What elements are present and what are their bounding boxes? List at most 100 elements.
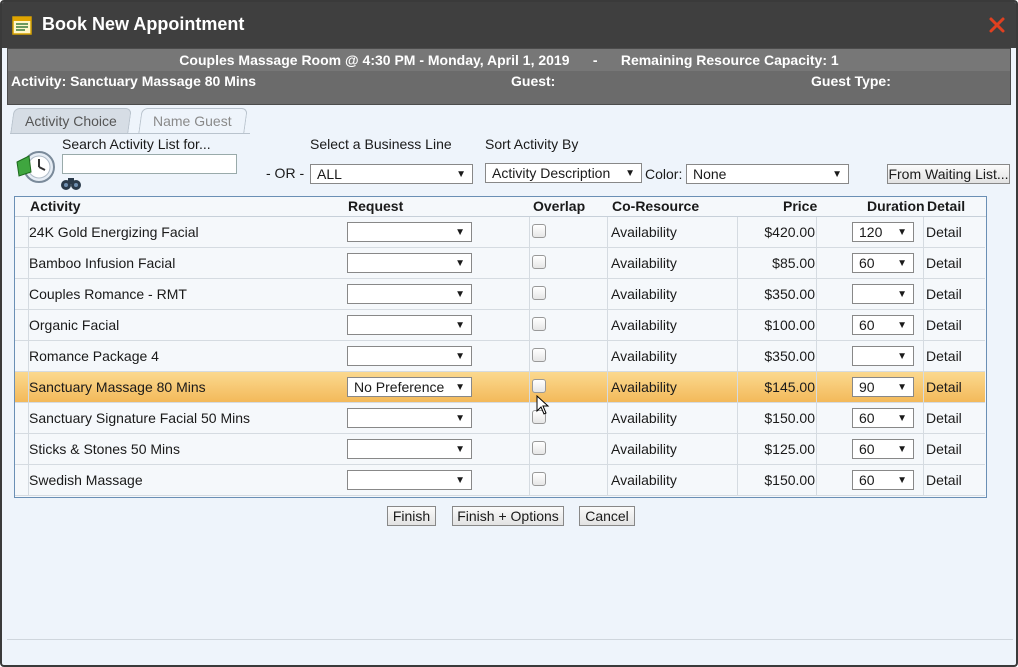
duration-select[interactable]: 60 ▼ bbox=[852, 315, 914, 335]
request-select[interactable]: ▼ bbox=[347, 346, 472, 366]
chevron-down-icon: ▼ bbox=[897, 413, 907, 424]
chevron-down-icon: ▼ bbox=[455, 258, 465, 269]
duration-select[interactable]: 90 ▼ bbox=[852, 377, 914, 397]
column-separator bbox=[607, 465, 608, 496]
detail-link[interactable]: Detail bbox=[926, 348, 962, 364]
request-select[interactable]: ▼ bbox=[347, 439, 472, 459]
request-select[interactable]: No Preference ▼ bbox=[347, 377, 472, 397]
tab-activity-choice-label: Activity Choice bbox=[25, 113, 117, 129]
column-separator bbox=[923, 217, 924, 248]
duration-select[interactable]: 120 ▼ bbox=[852, 222, 914, 242]
cell-co-resource[interactable]: Availability bbox=[611, 441, 677, 457]
overlap-checkbox[interactable] bbox=[532, 286, 546, 300]
duration-select[interactable]: ▼ bbox=[852, 284, 914, 304]
column-separator bbox=[923, 310, 924, 341]
column-separator bbox=[607, 403, 608, 434]
close-x-icon[interactable] bbox=[988, 16, 1006, 34]
column-separator bbox=[923, 341, 924, 372]
col-header-price[interactable]: Price bbox=[783, 198, 817, 214]
table-row[interactable]: Organic Facial ▼ Availability $100.00 60 ▼ Det… bbox=[15, 310, 985, 341]
table-row[interactable]: Bamboo Infusion Facial ▼ Availability $85.0… bbox=[15, 248, 985, 279]
table-row[interactable]: Couples Romance - RMT ▼ Availability $350.0… bbox=[15, 279, 985, 310]
tab-name-guest[interactable]: Name Guest bbox=[138, 108, 248, 134]
column-separator bbox=[816, 341, 817, 372]
detail-link[interactable]: Detail bbox=[926, 379, 962, 395]
request-select[interactable]: ▼ bbox=[347, 222, 472, 242]
request-select[interactable]: ▼ bbox=[347, 315, 472, 335]
activity-clock-icon bbox=[16, 151, 55, 183]
detail-link[interactable]: Detail bbox=[926, 410, 962, 426]
title-bar[interactable]: Book New Appointment bbox=[2, 2, 1016, 48]
cell-co-resource[interactable]: Availability bbox=[611, 348, 677, 364]
col-header-overlap[interactable]: Overlap bbox=[533, 198, 585, 214]
cell-co-resource[interactable]: Availability bbox=[611, 255, 677, 271]
col-header-request[interactable]: Request bbox=[348, 198, 403, 214]
overlap-checkbox[interactable] bbox=[532, 317, 546, 331]
chevron-down-icon: ▼ bbox=[455, 382, 465, 393]
business-line-label: Select a Business Line bbox=[310, 136, 452, 152]
col-header-duration[interactable]: Duration bbox=[867, 198, 925, 214]
request-select[interactable]: ▼ bbox=[347, 408, 472, 428]
cell-activity: Sanctuary Signature Facial 50 Mins bbox=[29, 410, 250, 426]
col-header-co-resource[interactable]: Co-Resource bbox=[612, 198, 699, 214]
chevron-down-icon: ▼ bbox=[455, 320, 465, 331]
search-activity-input[interactable] bbox=[62, 154, 237, 174]
binoculars-icon[interactable] bbox=[60, 175, 82, 191]
column-separator bbox=[816, 434, 817, 465]
table-row[interactable]: Sanctuary Signature Facial 50 Mins ▼ Avail… bbox=[15, 403, 985, 434]
table-row[interactable]: Romance Package 4 ▼ Availability $350.00 ▼ De… bbox=[15, 341, 985, 372]
business-line-select[interactable]: ALL ▼ bbox=[310, 164, 473, 184]
tab-activity-choice[interactable]: Activity Choice bbox=[10, 108, 132, 134]
table-row[interactable]: Sanctuary Massage 80 Mins No Preference ▼ A… bbox=[15, 372, 985, 403]
detail-link[interactable]: Detail bbox=[926, 224, 962, 240]
info-activity: Activity: Sanctuary Massage 80 Mins bbox=[11, 73, 257, 89]
chevron-down-icon: ▼ bbox=[455, 413, 465, 424]
duration-select[interactable]: ▼ bbox=[852, 346, 914, 366]
color-select[interactable]: None ▼ bbox=[686, 164, 849, 184]
detail-link[interactable]: Detail bbox=[926, 441, 962, 457]
cell-co-resource[interactable]: Availability bbox=[611, 317, 677, 333]
table-row[interactable]: Swedish Massage ▼ Availability $150.00 60 ▼ De… bbox=[15, 465, 985, 496]
detail-link[interactable]: Detail bbox=[926, 317, 962, 333]
cell-activity: Couples Romance - RMT bbox=[29, 286, 187, 302]
overlap-checkbox[interactable] bbox=[532, 255, 546, 269]
overlap-checkbox[interactable] bbox=[532, 224, 546, 238]
cell-activity: Organic Facial bbox=[29, 317, 120, 333]
table-row[interactable]: Sticks & Stones 50 Mins ▼ Availability $125… bbox=[15, 434, 985, 465]
sort-activity-select[interactable]: Activity Description ▼ bbox=[485, 163, 642, 183]
col-header-detail[interactable]: Detail bbox=[927, 198, 965, 214]
cell-co-resource[interactable]: Availability bbox=[611, 379, 677, 395]
cell-co-resource[interactable]: Availability bbox=[611, 472, 677, 488]
cell-co-resource[interactable]: Availability bbox=[611, 410, 677, 426]
column-separator bbox=[607, 434, 608, 465]
duration-select[interactable]: 60 ▼ bbox=[852, 253, 914, 273]
request-select[interactable]: ▼ bbox=[347, 470, 472, 490]
request-select[interactable]: ▼ bbox=[347, 253, 472, 273]
duration-select[interactable]: 60 ▼ bbox=[852, 439, 914, 459]
cell-activity: Romance Package 4 bbox=[29, 348, 159, 364]
table-row[interactable]: 24K Gold Energizing Facial ▼ Availability $… bbox=[15, 217, 985, 248]
column-separator bbox=[607, 341, 608, 372]
finish-options-button[interactable]: Finish + Options bbox=[452, 506, 564, 526]
chevron-down-icon: ▼ bbox=[897, 320, 907, 331]
overlap-checkbox[interactable] bbox=[532, 472, 546, 486]
chevron-down-icon: ▼ bbox=[455, 351, 465, 362]
overlap-checkbox[interactable] bbox=[532, 379, 546, 393]
duration-select[interactable]: 60 ▼ bbox=[852, 470, 914, 490]
cell-co-resource[interactable]: Availability bbox=[611, 224, 677, 240]
cancel-button[interactable]: Cancel bbox=[579, 506, 635, 526]
duration-select[interactable]: 60 ▼ bbox=[852, 408, 914, 428]
overlap-checkbox[interactable] bbox=[532, 348, 546, 362]
from-waiting-list-button[interactable]: From Waiting List... bbox=[887, 164, 1010, 184]
overlap-checkbox[interactable] bbox=[532, 441, 546, 455]
detail-link[interactable]: Detail bbox=[926, 255, 962, 271]
request-select[interactable]: ▼ bbox=[347, 284, 472, 304]
column-separator bbox=[529, 310, 530, 341]
finish-button[interactable]: Finish bbox=[387, 506, 436, 526]
column-separator bbox=[607, 279, 608, 310]
col-header-activity[interactable]: Activity bbox=[30, 198, 81, 214]
detail-link[interactable]: Detail bbox=[926, 472, 962, 488]
column-separator bbox=[529, 217, 530, 248]
cell-co-resource[interactable]: Availability bbox=[611, 286, 677, 302]
detail-link[interactable]: Detail bbox=[926, 286, 962, 302]
